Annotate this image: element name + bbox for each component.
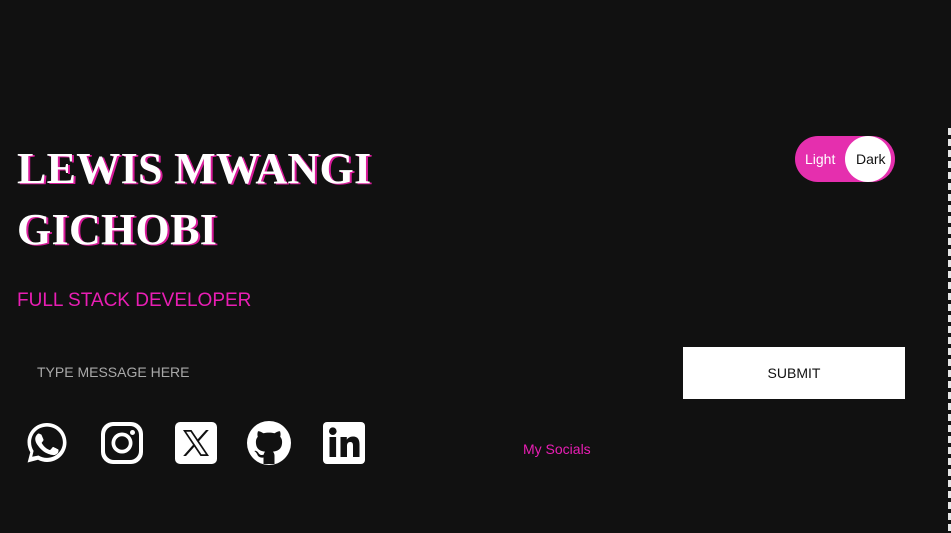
instagram-icon	[101, 422, 143, 464]
submit-button[interactable]: SUBMIT	[683, 347, 905, 399]
linkedin-icon	[323, 422, 365, 464]
x-link[interactable]	[173, 420, 219, 466]
linkedin-link[interactable]	[321, 420, 367, 466]
whatsapp-link[interactable]	[24, 420, 70, 466]
whatsapp-icon	[27, 423, 67, 463]
instagram-link[interactable]	[99, 420, 145, 466]
github-icon	[247, 421, 291, 465]
theme-toggle-dark-label: Dark	[856, 151, 886, 167]
message-input[interactable]	[17, 347, 617, 397]
page: LEWIS MWANGI GICHOBI FULL STACK DEVELOPE…	[0, 0, 951, 533]
x-icon	[175, 422, 217, 464]
theme-toggle[interactable]: Light Dark	[795, 136, 895, 182]
profile-role: FULL STACK DEVELOPER	[17, 290, 252, 311]
profile-name: LEWIS MWANGI GICHOBI	[17, 138, 371, 260]
github-link[interactable]	[246, 420, 292, 466]
profile-name-line1: LEWIS MWANGI	[17, 144, 372, 193]
theme-toggle-light-label: Light	[805, 151, 836, 167]
profile-name-line2: GICHOBI	[17, 205, 218, 254]
socials-label: My Socials	[523, 441, 591, 457]
